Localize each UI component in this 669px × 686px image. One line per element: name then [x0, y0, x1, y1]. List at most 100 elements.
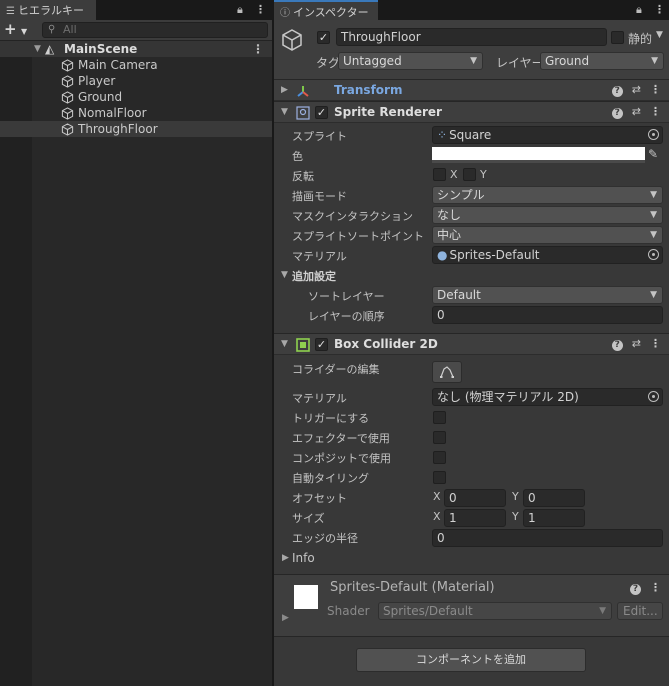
- chevron-down-icon: ▼: [650, 190, 657, 200]
- material-field[interactable]: ● Sprites-Default: [432, 246, 663, 264]
- box-collider-enabled-checkbox[interactable]: [315, 338, 328, 351]
- sorting-layer-label: ソートレイヤー: [308, 290, 385, 303]
- panel-menu-icon[interactable]: ⋮: [255, 3, 266, 16]
- sprite-label: スプライト: [292, 130, 347, 143]
- layer-dropdown[interactable]: Ground ▼: [540, 52, 664, 70]
- chevron-down-icon: ▼: [650, 230, 657, 240]
- fold-arrow-icon: ▼: [281, 339, 288, 349]
- sprite-renderer-enabled-checkbox[interactable]: [315, 106, 328, 119]
- edit-collider-button[interactable]: [432, 361, 462, 383]
- scene-row[interactable]: ▼ ◭ MainScene ⋮: [0, 41, 272, 57]
- mask-interaction-dropdown[interactable]: なし ▼: [432, 206, 663, 224]
- sprite-asset-icon: ⁘: [437, 128, 448, 142]
- eyedropper-icon[interactable]: ✎: [648, 147, 658, 161]
- hierarchy-item[interactable]: NomalFloor: [0, 105, 272, 121]
- preset-icon[interactable]: ⇄: [632, 83, 641, 96]
- create-button[interactable]: + ▼: [4, 21, 36, 39]
- auto-tiling-checkbox[interactable]: [433, 471, 446, 484]
- object-name-value: ThroughFloor: [341, 30, 421, 44]
- size-x-value: 1: [449, 511, 457, 525]
- scene-menu-icon[interactable]: ⋮: [252, 41, 264, 57]
- hierarchy-item[interactable]: Main Camera: [0, 57, 272, 73]
- list-icon: ☰: [6, 6, 15, 17]
- hierarchy-toolbar: + ▼ ⚲ All: [0, 20, 272, 41]
- used-by-composite-checkbox[interactable]: [433, 451, 446, 464]
- fold-arrow-icon[interactable]: ▶: [282, 613, 289, 623]
- hierarchy-item[interactable]: Ground: [0, 89, 272, 105]
- shader-edit-button[interactable]: Edit...: [617, 602, 663, 620]
- fold-arrow-icon[interactable]: ▶: [282, 553, 289, 563]
- is-trigger-checkbox[interactable]: [433, 411, 446, 424]
- static-dropdown-icon[interactable]: ▼: [656, 30, 663, 40]
- flip-y-checkbox[interactable]: [463, 168, 476, 181]
- info-icon: ⓘ: [280, 8, 290, 19]
- preset-icon[interactable]: ⇄: [632, 337, 641, 350]
- component-menu-icon[interactable]: ⋮: [650, 83, 661, 96]
- offset-x-field[interactable]: 0: [444, 489, 506, 507]
- gameobject-cube-icon: [61, 107, 74, 120]
- collider-material-value: なし (物理マテリアル 2D): [437, 390, 579, 404]
- order-in-layer-label: レイヤーの順序: [308, 310, 385, 323]
- gameobject-cube-icon: [282, 29, 302, 51]
- preset-icon[interactable]: ⇄: [632, 105, 641, 118]
- shader-edit-label: Edit...: [623, 604, 658, 618]
- component-menu-icon[interactable]: ⋮: [650, 105, 661, 118]
- tag-dropdown[interactable]: Untagged ▼: [338, 52, 483, 70]
- search-input[interactable]: ⚲ All: [42, 22, 268, 38]
- layer-label: レイヤー: [496, 56, 544, 70]
- hierarchy-item-label: Main Camera: [78, 58, 158, 72]
- static-checkbox[interactable]: [611, 31, 624, 44]
- help-icon[interactable]: ?: [630, 584, 641, 595]
- object-name-field[interactable]: ThroughFloor: [336, 28, 607, 46]
- hierarchy-item[interactable]: ThroughFloor: [0, 121, 272, 137]
- sprite-renderer-header[interactable]: ▼ Sprite Renderer ? ⇄ ⋮: [274, 101, 669, 123]
- flip-x-checkbox[interactable]: [433, 168, 446, 181]
- lock-icon[interactable]: 🔒︎: [636, 3, 642, 17]
- sorting-layer-dropdown[interactable]: Default ▼: [432, 286, 663, 304]
- collider-material-field[interactable]: なし (物理マテリアル 2D): [432, 388, 663, 406]
- help-icon[interactable]: ?: [611, 86, 623, 97]
- sprite-field[interactable]: ⁘ Square: [432, 126, 663, 144]
- object-picker-icon[interactable]: [648, 129, 659, 140]
- color-swatch[interactable]: [432, 147, 645, 163]
- transform-tools: ? ⇄ ⋮: [603, 83, 661, 97]
- used-by-effector-checkbox[interactable]: [433, 431, 446, 444]
- chevron-down-icon: ▼: [650, 210, 657, 220]
- object-picker-icon[interactable]: [648, 391, 659, 402]
- size-y-field[interactable]: 1: [523, 509, 585, 527]
- edge-radius-field[interactable]: 0: [432, 529, 663, 547]
- active-checkbox[interactable]: [317, 31, 330, 44]
- size-label: サイズ: [292, 512, 325, 525]
- panel-menu-icon[interactable]: ⋮: [654, 3, 665, 16]
- hierarchy-item[interactable]: Player: [0, 73, 272, 89]
- lock-icon[interactable]: 🔒︎: [237, 3, 243, 17]
- info-foldout-label[interactable]: Info: [292, 551, 315, 565]
- add-component-button[interactable]: コンポーネントを追加: [356, 648, 586, 672]
- box-collider-header[interactable]: ▼ Box Collider 2D ? ⇄ ⋮: [274, 333, 669, 355]
- transform-icon: [297, 86, 309, 97]
- gameobject-cube-icon: [61, 75, 74, 88]
- tab-inspector[interactable]: ⓘ インスペクター: [274, 0, 378, 20]
- sort-point-dropdown[interactable]: 中心 ▼: [432, 226, 663, 244]
- fold-arrow-icon[interactable]: ▼: [281, 270, 288, 280]
- object-picker-icon[interactable]: [648, 249, 659, 260]
- auto-tiling-label: 自動タイリング: [292, 472, 369, 485]
- used-by-effector-label: エフェクターで使用: [292, 432, 390, 445]
- help-icon[interactable]: ?: [611, 108, 623, 119]
- draw-mode-label: 描画モード: [292, 190, 347, 203]
- tab-hierarchy[interactable]: ☰ ヒエラルキー: [0, 0, 96, 20]
- sort-point-value: 中心: [437, 228, 462, 242]
- material-preview-title: Sprites-Default (Material): [330, 580, 495, 595]
- component-menu-icon[interactable]: ⋮: [650, 337, 661, 350]
- search-placeholder: All: [63, 23, 77, 36]
- additional-settings-label[interactable]: 追加設定: [292, 268, 336, 284]
- size-x-field[interactable]: 1: [444, 509, 506, 527]
- shader-dropdown[interactable]: Sprites/Default ▼: [378, 602, 612, 620]
- offset-y-field[interactable]: 0: [523, 489, 585, 507]
- help-icon[interactable]: ?: [611, 340, 623, 351]
- transform-header[interactable]: ▶ Transform ? ⇄ ⋮: [274, 79, 669, 101]
- component-menu-icon[interactable]: ⋮: [650, 581, 661, 594]
- divider: [274, 636, 669, 637]
- order-in-layer-field[interactable]: 0: [432, 306, 663, 324]
- draw-mode-dropdown[interactable]: シンプル ▼: [432, 186, 663, 204]
